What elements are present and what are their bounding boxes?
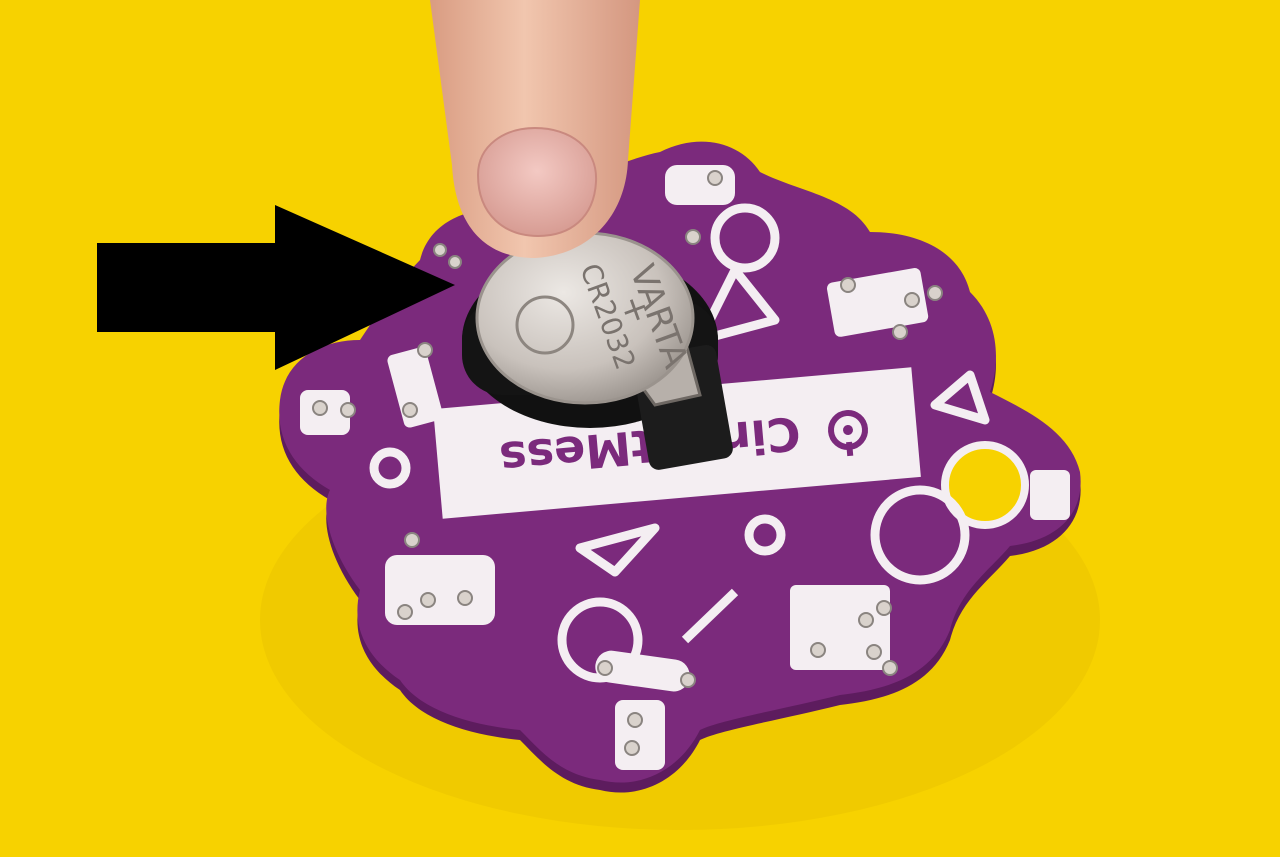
fingernail: [476, 126, 598, 238]
pad-block: [1030, 470, 1070, 520]
pad-block: [615, 700, 665, 770]
coin-battery: VARTA + CR2032: [475, 231, 696, 405]
pad-block: [665, 165, 735, 205]
photo-scene: CircuitMess VARTA + CR2032: [0, 0, 1280, 857]
